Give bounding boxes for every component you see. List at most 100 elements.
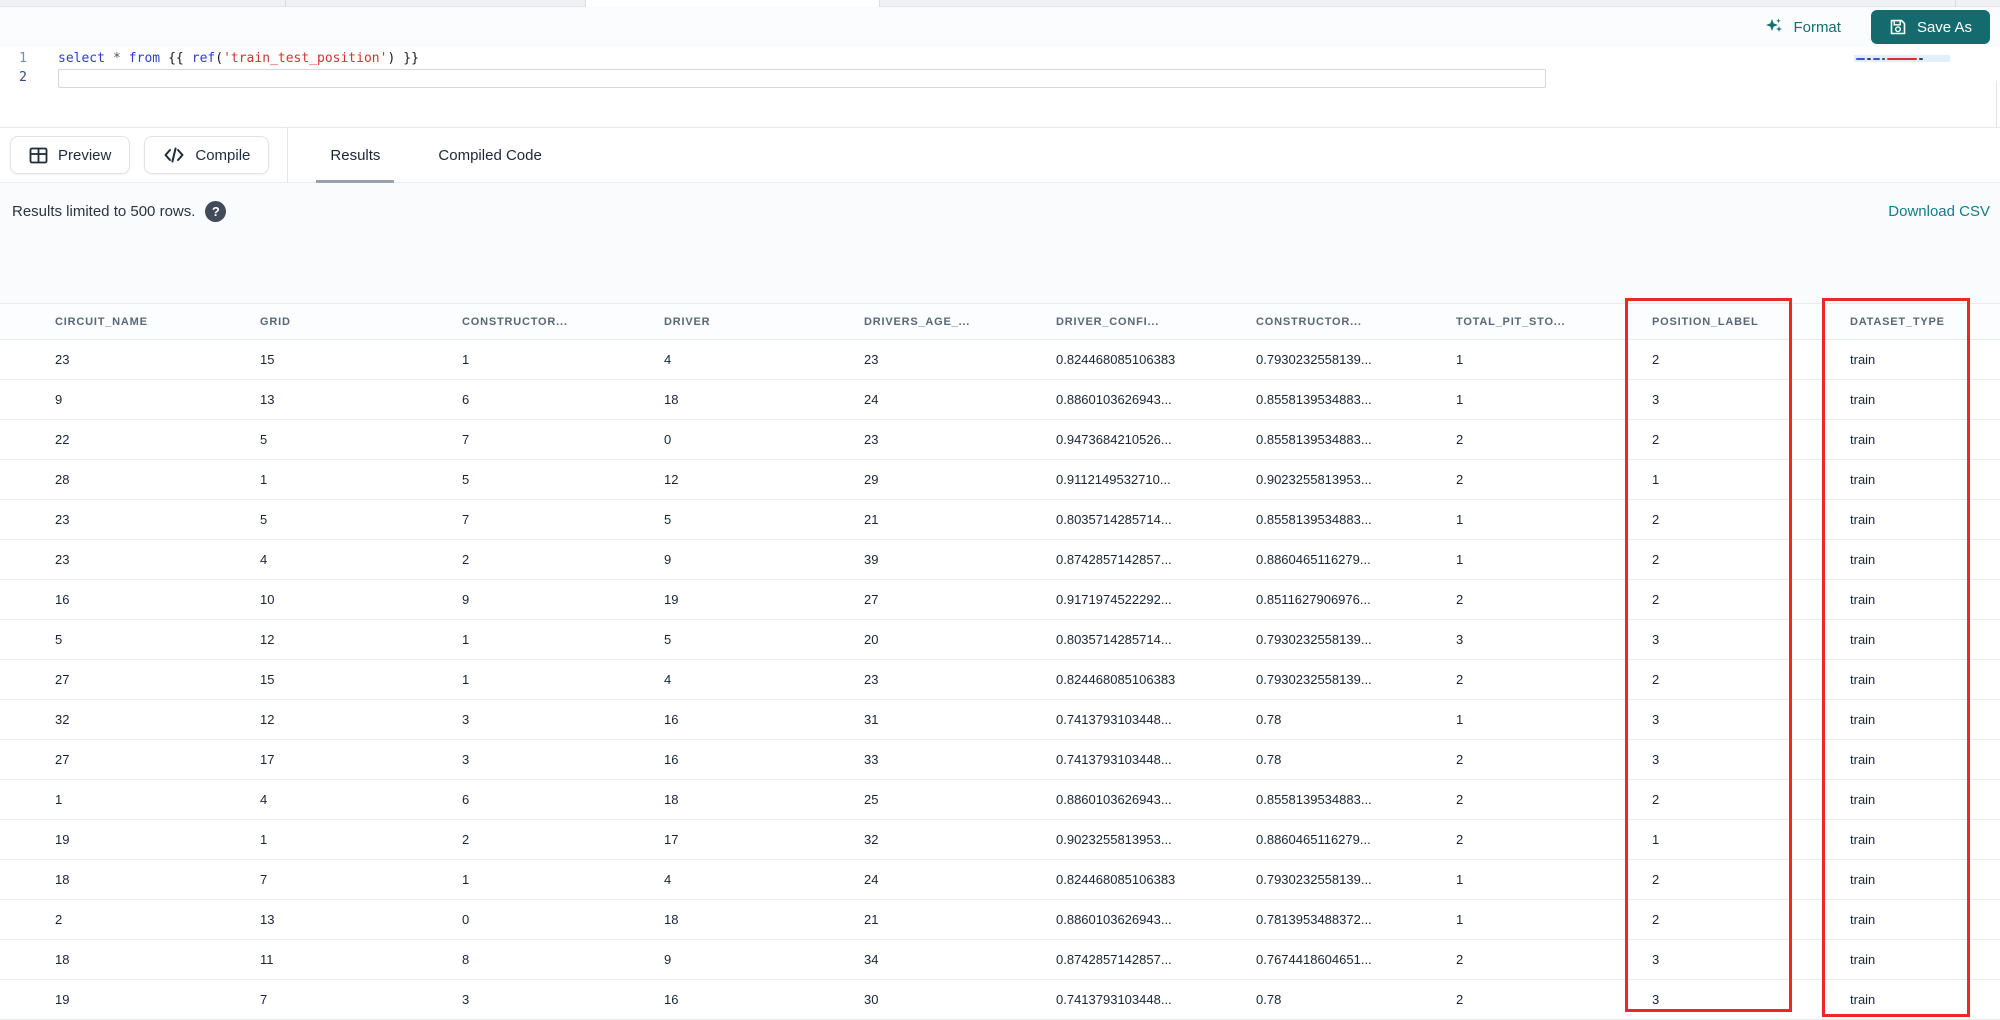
table-cell: 7 (454, 419, 656, 460)
table-cell: 23 (0, 539, 252, 580)
table-cell: 0 (656, 419, 856, 460)
minimap-code-line (1854, 55, 1950, 62)
column-header-constructor: CONSTRUCTOR... (454, 303, 656, 340)
table-cell: 32 (856, 819, 1048, 860)
table-cell: 3 (454, 699, 656, 740)
panel-toolbar: Preview Compile Results Compiled Code (0, 127, 2000, 183)
table-cell: 4 (656, 859, 856, 900)
paren-close: ) (387, 51, 396, 66)
table-cell: 2 (1448, 979, 1644, 1020)
table-cell: 18 (0, 859, 252, 900)
table-cell: 7 (252, 859, 454, 900)
table-cell: 32 (0, 699, 252, 740)
table-cell: 1 (454, 339, 656, 380)
result-tabs: Results Compiled Code (316, 127, 549, 183)
table-cell: 29 (856, 459, 1048, 500)
table-icon (29, 147, 48, 163)
table-cell: 12 (252, 619, 454, 660)
table-cell: 2 (454, 539, 656, 580)
minimap[interactable] (1854, 55, 1950, 117)
table-cell: 23 (0, 339, 252, 380)
table-cell: 0.8860103626943... (1048, 779, 1248, 820)
table-cell: 18 (0, 939, 252, 980)
table-cell: 9 (0, 379, 252, 420)
table-cell: 0.8558139534883... (1248, 419, 1448, 460)
table-cell: 1 (1448, 499, 1644, 540)
table-cell: 3 (1448, 619, 1644, 660)
table-cell: 15 (252, 659, 454, 700)
table-cell: 9 (656, 539, 856, 580)
help-icon[interactable]: ? (205, 200, 227, 222)
table-cell: 2 (1448, 419, 1644, 460)
column-header-constructor: CONSTRUCTOR... (1248, 303, 1448, 340)
column-header-driver-confi: DRIVER_CONFI... (1048, 303, 1248, 340)
code-lines: select * from {{ref('train_test_position')}… (58, 49, 1840, 88)
table-cell: 0.8860103626943... (1048, 379, 1248, 420)
table-cell: 1 (454, 659, 656, 700)
table-cell: 0.8742857142857... (1048, 539, 1248, 580)
table-cell: 18 (656, 379, 856, 420)
table-cell: 5 (656, 619, 856, 660)
table-cell: 2 (1448, 459, 1644, 500)
column-header-grid: GRID (252, 303, 454, 340)
tab-results-label: Results (330, 146, 381, 164)
table-cell: 5 (454, 459, 656, 500)
table-cell: 4 (656, 659, 856, 700)
annotation-box-position-label (1625, 298, 1792, 1012)
download-csv-link[interactable]: Download CSV (1888, 203, 1990, 220)
table-cell: 0.7930232558139... (1248, 859, 1448, 900)
compile-label: Compile (195, 146, 251, 164)
sql-keyword: from (128, 51, 161, 66)
table-cell: 24 (856, 859, 1048, 900)
format-label: Format (1793, 18, 1841, 36)
table-cell: 0.7930232558139... (1248, 659, 1448, 700)
table-cell: 31 (856, 699, 1048, 740)
table-cell: 0.8511627906976... (1248, 579, 1448, 620)
table-cell: 23 (856, 419, 1048, 460)
table-cell: 2 (454, 819, 656, 860)
sql-star: * (112, 51, 121, 66)
preview-label: Preview (58, 146, 112, 164)
table-cell: 1 (0, 779, 252, 820)
table-cell: 0.8558139534883... (1248, 379, 1448, 420)
tab-divider (1955, 0, 1956, 7)
table-cell: 19 (0, 979, 252, 1020)
table-cell: 21 (856, 499, 1048, 540)
line-number: 1 (19, 51, 27, 66)
preview-button[interactable]: Preview (10, 136, 131, 174)
table-cell: 16 (656, 739, 856, 780)
table-cell: 3 (454, 979, 656, 1020)
table-cell: 2 (1448, 739, 1644, 780)
jinja-ref-function: ref (191, 51, 216, 66)
table-cell: 6 (454, 779, 656, 820)
column-header-drivers-age: DRIVERS_AGE_... (856, 303, 1048, 340)
format-button[interactable]: Format (1764, 17, 1841, 37)
table-cell: 0.9171974522292... (1048, 579, 1248, 620)
tab-compiled-code[interactable]: Compiled Code (430, 127, 549, 183)
table-cell: 0 (454, 899, 656, 940)
code-line-1: select * from {{ref('train_test_position')}… (58, 49, 1840, 68)
column-header-circuit-name: CIRCUIT_NAME (0, 303, 252, 340)
table-cell: 16 (656, 979, 856, 1020)
table-cell: 0.7413793103448... (1048, 979, 1248, 1020)
table-cell: 0.8558139534883... (1248, 499, 1448, 540)
table-cell: 0.9023255813953... (1048, 819, 1248, 860)
table-cell: 27 (856, 579, 1048, 620)
sql-editor-section: Format Save As 1 2 select * from {{ref('tra… (0, 7, 2000, 157)
table-cell: 0.78 (1248, 699, 1448, 740)
table-cell: 2 (1448, 779, 1644, 820)
compile-button[interactable]: Compile (144, 136, 270, 174)
table-cell: 0.7930232558139... (1248, 619, 1448, 660)
editor-toolbar: Format Save As (0, 7, 2000, 47)
active-tab-top (585, 0, 880, 7)
table-cell: 1 (454, 859, 656, 900)
table-cell: 0.78 (1248, 979, 1448, 1020)
tab-results[interactable]: Results (316, 127, 395, 183)
code-editor[interactable]: 1 2 select * from {{ref('train_test_positio… (0, 43, 2000, 157)
save-as-button[interactable]: Save As (1870, 10, 1990, 44)
table-cell: 5 (656, 499, 856, 540)
table-cell: 1 (1448, 339, 1644, 380)
table-cell: 3 (454, 739, 656, 780)
toolbar-divider (287, 127, 289, 183)
column-header-total-pit-sto: TOTAL_PIT_STO... (1448, 303, 1644, 340)
